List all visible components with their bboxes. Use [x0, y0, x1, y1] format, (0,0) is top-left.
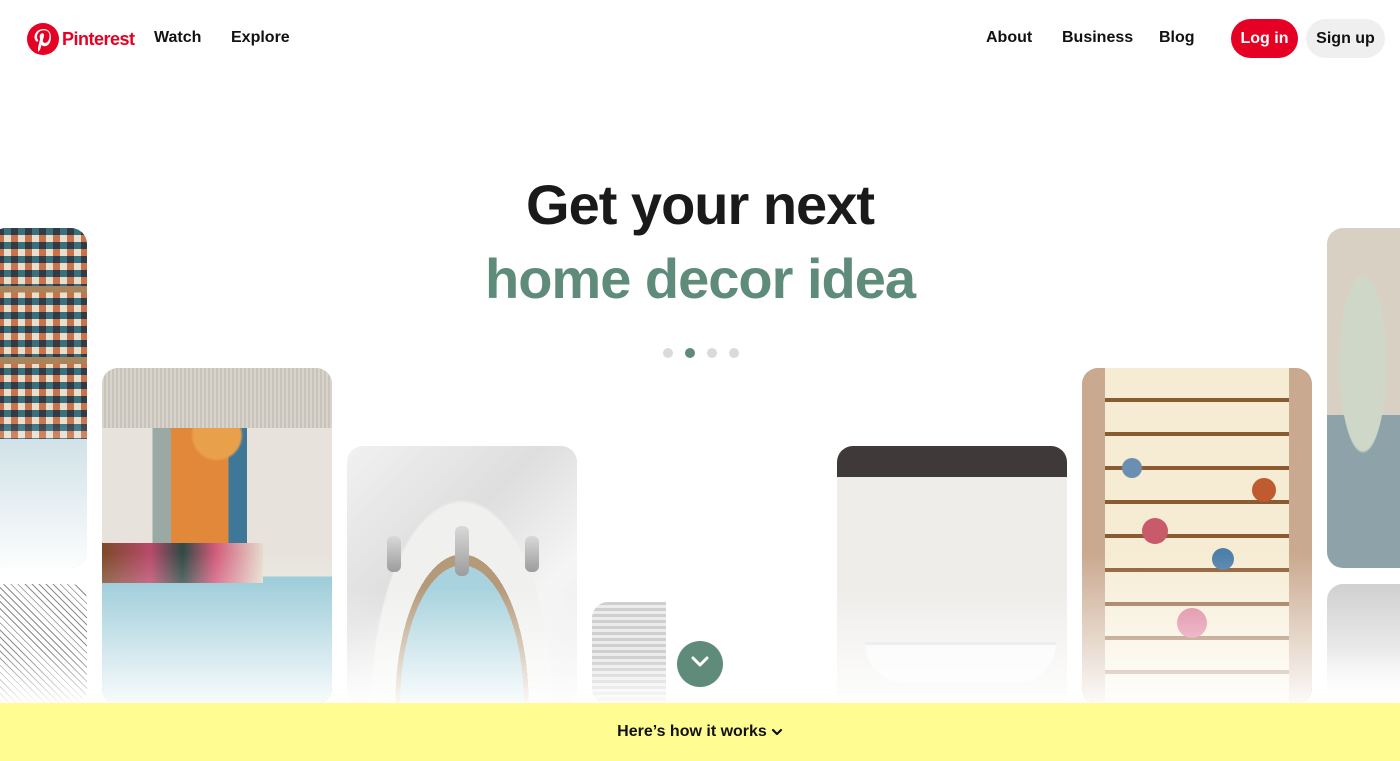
flower [1122, 458, 1142, 478]
carousel-dots [663, 348, 739, 358]
carousel-dot-4[interactable] [729, 348, 739, 358]
carousel-dot-1[interactable] [663, 348, 673, 358]
sink-tap-right [525, 536, 539, 572]
signup-button[interactable]: Sign up [1306, 19, 1385, 58]
brand-name: Pinterest [62, 28, 135, 49]
how-it-works-bar[interactable]: Here’s how it works [0, 703, 1400, 761]
hero-headline: Get your next [526, 173, 875, 236]
image-marble-sink[interactable] [347, 446, 577, 704]
flower [1177, 608, 1207, 638]
login-button[interactable]: Log in [1231, 19, 1298, 58]
nav-business[interactable]: Business [1062, 29, 1133, 47]
flower [1212, 548, 1234, 570]
carousel-dot-2[interactable] [685, 348, 695, 358]
bathtub [864, 642, 1056, 684]
nav-about[interactable]: About [986, 29, 1032, 47]
flower [1142, 518, 1168, 544]
scroll-down-button[interactable] [677, 641, 723, 687]
image-floral-stairs[interactable] [1082, 368, 1312, 704]
flower [1252, 478, 1276, 502]
nav-blog[interactable]: Blog [1159, 29, 1195, 47]
image-grey-interior[interactable] [1327, 584, 1400, 704]
shower-tile-wall [592, 602, 666, 704]
chevron-down-icon [690, 655, 710, 674]
image-kitchen-tiles[interactable] [0, 228, 87, 568]
carousel-dot-3[interactable] [707, 348, 717, 358]
hero-topic: home decor idea [484, 247, 916, 310]
bedroom-pillows [102, 542, 263, 584]
header: Pinterest Watch Explore About Business B… [0, 0, 1400, 80]
image-geometric-pattern[interactable] [0, 584, 87, 704]
pinterest-logo-link[interactable]: Pinterest [27, 23, 135, 55]
how-it-works-label: Here’s how it works [617, 723, 767, 740]
image-arched-window-room[interactable] [1327, 228, 1400, 568]
nav-explore[interactable]: Explore [231, 29, 290, 47]
image-bathroom-tub[interactable] [837, 446, 1067, 704]
sink-faucet [455, 526, 469, 576]
image-bedroom[interactable] [102, 368, 332, 704]
pinterest-logo-icon [27, 23, 59, 55]
nav-watch[interactable]: Watch [154, 29, 201, 47]
chevron-down-icon [771, 727, 783, 737]
sink-tap-left [387, 536, 401, 572]
bedroom-ceiling [102, 368, 332, 429]
